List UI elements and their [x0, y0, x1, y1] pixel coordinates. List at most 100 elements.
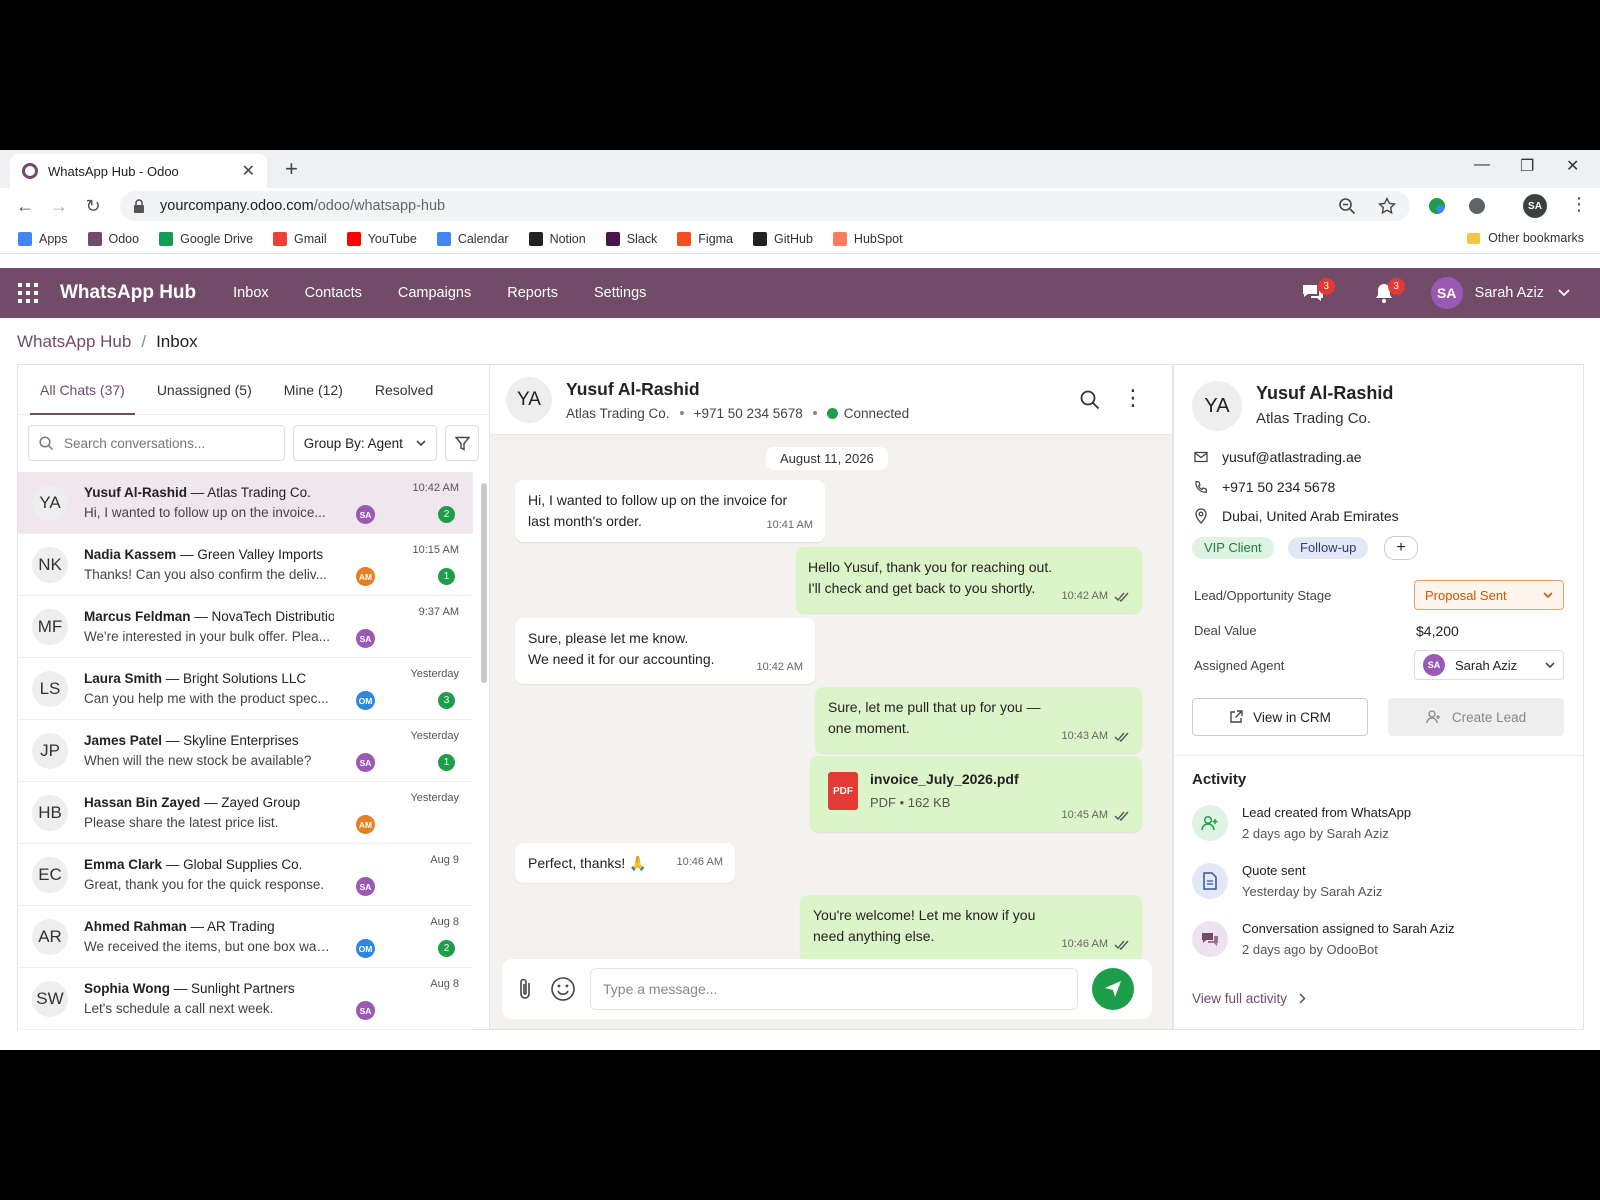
deal-value-label: Deal Value — [1194, 623, 1257, 638]
figma-icon — [677, 231, 692, 246]
contact-location: Dubai, United Arab Emirates — [1222, 508, 1399, 524]
new-tab-icon[interactable]: + — [285, 156, 298, 182]
minimize-icon[interactable]: — — [1474, 156, 1490, 174]
create-lead-button[interactable]: Create Lead — [1388, 698, 1564, 736]
zoom-icon[interactable] — [1338, 197, 1356, 215]
search-input[interactable]: Search conversations... — [28, 425, 285, 461]
notion-icon — [528, 231, 543, 246]
conversation-item[interactable]: AR Ahmed Rahman — AR Trading We received t… — [18, 906, 473, 968]
conversation-item[interactable]: MF Marcus Feldman — NovaTech Distribution… — [18, 596, 473, 658]
youtube-icon — [346, 231, 361, 246]
view-full-activity-link[interactable]: View full activity — [1192, 991, 1306, 1006]
conversation-item[interactable]: EC Emma Clark — Global Supplies Co. Great,… — [18, 844, 473, 906]
tab-unassigned[interactable]: Unassigned (5) — [147, 365, 262, 415]
chat-more-icon[interactable]: ⋮ — [1122, 385, 1144, 411]
app-grid-icon[interactable] — [18, 283, 38, 303]
conversation-item[interactable]: HB Hassan Bin Zayed — Zayed Group Please s… — [18, 782, 473, 844]
breadcrumb-root[interactable]: WhatsApp Hub — [17, 332, 131, 351]
bookmark-star-icon[interactable] — [1378, 197, 1396, 215]
app-title[interactable]: WhatsApp Hub — [60, 282, 196, 304]
back-icon[interactable]: ← — [8, 196, 42, 217]
breadcrumb: WhatsApp Hub / Inbox — [17, 332, 198, 352]
close-window-icon[interactable]: ✕ — [1566, 156, 1579, 176]
send-button[interactable] — [1092, 968, 1134, 1010]
menu-inbox[interactable]: Inbox — [233, 285, 268, 301]
contact-phone-row[interactable]: +971 50 234 5678 — [1194, 479, 1335, 495]
add-tag-button[interactable]: + — [1384, 536, 1418, 560]
menu-reports[interactable]: Reports — [507, 285, 558, 301]
menu-contacts[interactable]: Contacts — [305, 285, 362, 301]
menu-campaigns[interactable]: Campaigns — [398, 285, 471, 301]
view-in-crm-label: View in CRM — [1253, 709, 1331, 725]
conversation-time: Aug 8 — [430, 978, 459, 990]
notifications-button[interactable]: 3 — [1373, 278, 1405, 304]
close-tab-icon[interactable]: ✕ — [242, 161, 255, 181]
user-avatar: SA — [1430, 277, 1463, 309]
forward-icon[interactable]: → — [42, 196, 76, 217]
profile-avatar[interactable]: SA — [1523, 194, 1547, 218]
list-scrollbar[interactable] — [481, 475, 487, 1025]
activity-title-text: Lead created from WhatsApp — [1242, 805, 1412, 820]
chat-notifications-button[interactable]: 3 — [1301, 278, 1335, 304]
chat-search-icon[interactable] — [1080, 390, 1100, 410]
emoji-icon[interactable] — [550, 976, 576, 1002]
conversation-name: Marcus Feldman — NovaTech Distribution — [84, 609, 334, 624]
message-attachment[interactable]: PDF invoice_July_2026.pdf PDF • 162 KB 1… — [810, 756, 1142, 832]
conversation-item[interactable]: SW Sophia Wong — Sunlight Partners Let's s… — [18, 968, 473, 1030]
bookmark-apps[interactable]: Apps — [18, 231, 68, 246]
view-in-crm-button[interactable]: View in CRM — [1192, 698, 1368, 736]
bookmark-youtube[interactable]: YouTube — [346, 231, 417, 246]
extension-icon[interactable] — [1428, 197, 1446, 215]
browser-menu-icon[interactable]: ⋮ — [1570, 194, 1588, 215]
conversation-item[interactable]: JP James Patel — Skyline Enterprises When … — [18, 720, 473, 782]
contact-details-panel: YA Yusuf Al-Rashid Atlas Trading Co. yus… — [1173, 364, 1584, 1030]
external-link-icon — [1230, 710, 1243, 723]
message-text: Hi, I wanted to follow up on the invoice… — [528, 492, 788, 508]
attachment-meta: PDF • 162 KB — [870, 795, 951, 810]
menu-settings[interactable]: Settings — [594, 285, 646, 301]
bookmark-odoo[interactable]: Odoo — [87, 231, 139, 246]
deal-value[interactable]: $4,200 — [1416, 623, 1459, 639]
user-menu[interactable]: SA Sarah Aziz — [1430, 277, 1570, 309]
tab-resolved[interactable]: Resolved — [365, 365, 443, 415]
bookmark-label: Apps — [39, 231, 68, 246]
conversation-name: Laura Smith — Bright Solutions LLC — [84, 671, 307, 686]
bookmark-google-drive[interactable]: Google Drive — [159, 231, 254, 246]
bookmark-hubspot[interactable]: HubSpot — [832, 231, 903, 246]
bookmark-label: Google Drive — [180, 231, 254, 246]
filter-button[interactable] — [445, 425, 480, 461]
tab-mine[interactable]: Mine (12) — [274, 365, 353, 415]
reload-icon[interactable]: ↻ — [76, 196, 110, 217]
conversation-time: 9:37 AM — [418, 606, 459, 618]
conversation-preview: Can you help me with the product spec... — [84, 691, 329, 706]
bookmark-github[interactable]: GitHub — [753, 231, 813, 246]
tag-follow-up[interactable]: Follow-up — [1288, 537, 1369, 559]
assigned-agent-select[interactable]: SA Sarah Aziz — [1414, 650, 1564, 680]
tag-vip-client[interactable]: VIP Client — [1192, 537, 1274, 559]
bookmark-gmail[interactable]: Gmail — [273, 231, 327, 246]
conversation-item[interactable]: YA Yusuf Al-Rashid — Atlas Trading Co. Hi,… — [18, 472, 473, 534]
bookmark-slack[interactable]: Slack — [605, 231, 657, 246]
message-text: Hello Yusuf, thank you for reaching out. — [808, 559, 1053, 575]
attachment-filename[interactable]: invoice_July_2026.pdf — [870, 769, 1019, 790]
agent-badge: OM — [356, 691, 375, 710]
bookmark-notion[interactable]: Notion — [528, 231, 586, 246]
bookmark-calendar[interactable]: Calendar — [436, 231, 509, 246]
tab-all-chats[interactable]: All Chats (37) — [30, 365, 135, 415]
paperclip-icon[interactable] — [516, 977, 534, 1001]
url-bar[interactable]: yourcompany.odoo.com/odoo/whatsapp-hub — [120, 191, 1410, 221]
conversation-item[interactable]: NK Nadia Kassem — Green Valley Imports Tha… — [18, 534, 473, 596]
stage-select[interactable]: Proposal Sent — [1414, 580, 1564, 610]
browser-tab[interactable]: WhatsApp Hub - Odoo ✕ — [10, 154, 267, 188]
contact-email-row[interactable]: yusuf@atlastrading.ae — [1194, 449, 1362, 465]
bookmark-figma[interactable]: Figma — [677, 231, 733, 246]
extension-2-icon[interactable] — [1468, 197, 1486, 215]
restore-icon[interactable]: ❐ — [1520, 156, 1534, 176]
user-name: Sarah Aziz — [1474, 285, 1544, 301]
conversation-avatar: LS — [32, 670, 68, 707]
other-bookmarks[interactable]: Other bookmarks — [1467, 231, 1584, 245]
conversation-item[interactable]: LS Laura Smith — Bright Solutions LLC Can … — [18, 658, 473, 720]
bookmarks-bar: Apps Odoo Google Drive Gmail YouTube Calendar… — [0, 224, 1600, 254]
message-input[interactable]: Type a message... — [590, 968, 1078, 1010]
group-by-select[interactable]: Group By: Agent — [292, 425, 438, 461]
